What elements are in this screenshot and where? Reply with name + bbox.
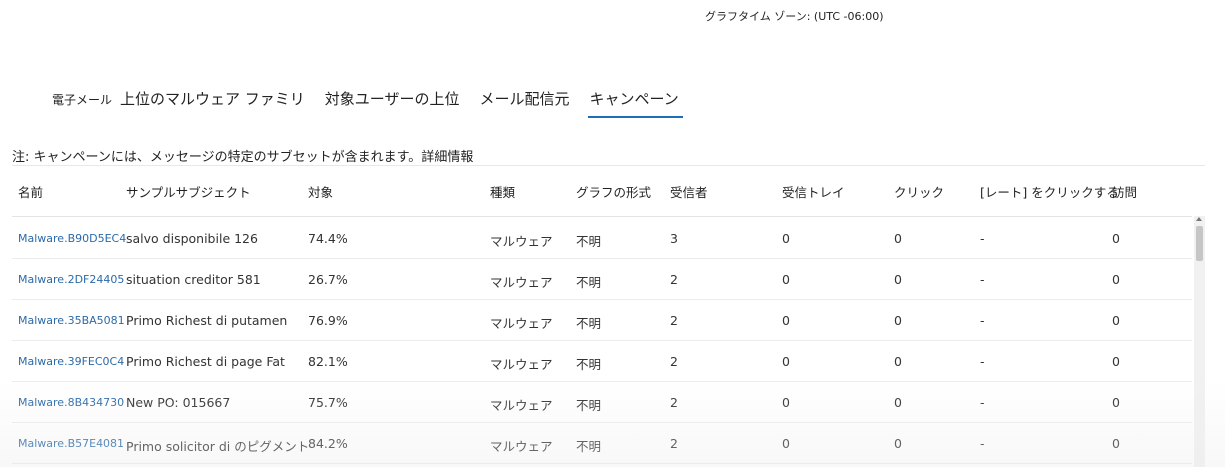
clicks-count: 0	[894, 436, 902, 451]
visits-count: 0	[1112, 231, 1120, 246]
visits-count: 0	[1112, 272, 1120, 287]
inbox-count: 0	[782, 395, 790, 410]
campaign-name-link[interactable]: Malware.8B434730	[18, 396, 124, 409]
visits-count: 0	[1112, 436, 1120, 451]
scrollbar-thumb[interactable]	[1196, 226, 1203, 261]
column-header-name[interactable]: 名前	[18, 182, 43, 201]
campaign-name-link[interactable]: Malware.35BA5081	[18, 314, 125, 327]
sample-subject: Primo Richest di putamen	[126, 313, 288, 328]
learn-more-link[interactable]: 詳細情報	[421, 150, 473, 165]
click-rate: -	[980, 436, 985, 451]
clicks-count: 0	[894, 395, 902, 410]
table-header: 名前 サンプルサブジェクト 対象 種類 グラフの形式 受信者 受信トレイ クリッ…	[12, 172, 1192, 217]
graph-format: 不明	[576, 234, 602, 249]
campaign-name-link[interactable]: Malware.B57E4081	[18, 437, 124, 450]
target-percent: 26.7%	[308, 272, 348, 287]
campaign-note: 注: キャンペーンには、メッセージの特定のサブセットが含まれます。詳細情報	[12, 146, 473, 165]
target-percent: 74.4%	[308, 231, 348, 246]
column-header-click-rate[interactable]: [レート] をクリックする	[980, 182, 1119, 201]
graph-format: 不明	[576, 357, 602, 372]
note-divider	[12, 165, 1205, 166]
target-percent: 82.1%	[308, 354, 348, 369]
table-scrollbar[interactable]	[1194, 216, 1205, 467]
inbox-count: 0	[782, 436, 790, 451]
column-header-visits[interactable]: 訪問	[1112, 182, 1137, 201]
sample-subject: New PO: 015667	[126, 395, 231, 410]
graph-format: 不明	[576, 398, 602, 413]
sample-subject: salvo disponibile 126	[126, 231, 258, 246]
graph-timezone-label: グラフタイム ゾーン: (UTC -06:00)	[705, 10, 884, 23]
inbox-count: 0	[782, 231, 790, 246]
sample-subject: Primo Richest di page Fat	[126, 354, 285, 369]
click-rate: -	[980, 231, 985, 246]
column-header-type[interactable]: 種類	[490, 182, 515, 201]
sample-subject: situation creditor 581	[126, 272, 261, 287]
target-percent: 76.9%	[308, 313, 348, 328]
click-rate: -	[980, 313, 985, 328]
visits-count: 0	[1112, 313, 1120, 328]
tab-top-malware-families[interactable]: 上位のマルウェア ファミリ	[120, 88, 305, 117]
tab-top-targeted-users[interactable]: 対象ユーザーの上位	[325, 88, 460, 117]
campaign-name-link[interactable]: Malware.B90D5EC4	[18, 232, 126, 245]
campaign-type: マルウェア	[490, 357, 553, 372]
campaign-type: マルウェア	[490, 234, 553, 249]
recipients-count: 2	[670, 313, 678, 328]
visits-count: 0	[1112, 395, 1120, 410]
campaign-table: 名前 サンプルサブジェクト 対象 種類 グラフの形式 受信者 受信トレイ クリッ…	[12, 172, 1205, 467]
column-header-inbox[interactable]: 受信トレイ	[782, 182, 845, 201]
column-header-clicks[interactable]: クリック	[894, 182, 944, 201]
table-row[interactable]: Malware.B57E4081 Primo solicitor di のピグメ…	[12, 423, 1192, 464]
graph-format: 不明	[576, 439, 602, 454]
clicks-count: 0	[894, 313, 902, 328]
clicks-count: 0	[894, 354, 902, 369]
table-row[interactable]: Malware.8B434730 New PO: 015667 75.7% マル…	[12, 382, 1192, 423]
recipients-count: 2	[670, 436, 678, 451]
table-row[interactable]: Malware.B90D5EC4 salvo disponibile 126 7…	[12, 218, 1192, 259]
graph-format: 不明	[576, 316, 602, 331]
campaign-note-text: 注: キャンペーンには、メッセージの特定のサブセットが含まれます。	[12, 150, 422, 165]
inbox-count: 0	[782, 272, 790, 287]
target-percent: 84.2%	[308, 436, 348, 451]
click-rate: -	[980, 354, 985, 369]
table-row[interactable]: Malware.39FEC0C4 Primo Richest di page F…	[12, 341, 1192, 382]
scroll-up-arrow-icon[interactable]	[1196, 217, 1202, 221]
table-body: Malware.B90D5EC4 salvo disponibile 126 7…	[12, 218, 1192, 464]
campaign-type: マルウェア	[490, 398, 553, 413]
graph-format: 不明	[576, 275, 602, 290]
column-header-recipients[interactable]: 受信者	[670, 182, 708, 201]
table-row[interactable]: Malware.2DF24405 situation creditor 581 …	[12, 259, 1192, 300]
campaign-name-link[interactable]: Malware.2DF24405	[18, 273, 124, 286]
tab-email[interactable]: 電子メール	[52, 88, 112, 116]
recipients-count: 2	[670, 354, 678, 369]
column-header-target[interactable]: 対象	[308, 182, 333, 201]
sample-subject: Primo solicitor di のピグメント	[126, 439, 310, 454]
report-tabs: 電子メール 上位のマルウェア ファミリ 対象ユーザーの上位 メール配信元 キャン…	[52, 88, 699, 124]
inbox-count: 0	[782, 313, 790, 328]
table-row[interactable]: Malware.35BA5081 Primo Richest di putame…	[12, 300, 1192, 341]
inbox-count: 0	[782, 354, 790, 369]
visits-count: 0	[1112, 354, 1120, 369]
campaign-type: マルウェア	[490, 275, 553, 290]
tab-mail-senders[interactable]: メール配信元	[480, 88, 570, 117]
recipients-count: 2	[670, 395, 678, 410]
target-percent: 75.7%	[308, 395, 348, 410]
click-rate: -	[980, 395, 985, 410]
campaign-type: マルウェア	[490, 439, 553, 454]
recipients-count: 2	[670, 272, 678, 287]
recipients-count: 3	[670, 231, 678, 246]
campaign-name-link[interactable]: Malware.39FEC0C4	[18, 355, 124, 368]
clicks-count: 0	[894, 272, 902, 287]
tab-campaigns[interactable]: キャンペーン	[587, 88, 684, 118]
clicks-count: 0	[894, 231, 902, 246]
click-rate: -	[980, 272, 985, 287]
column-header-sample-subject[interactable]: サンプルサブジェクト	[126, 182, 251, 201]
column-header-graph-format[interactable]: グラフの形式	[576, 182, 651, 201]
campaign-type: マルウェア	[490, 316, 553, 331]
